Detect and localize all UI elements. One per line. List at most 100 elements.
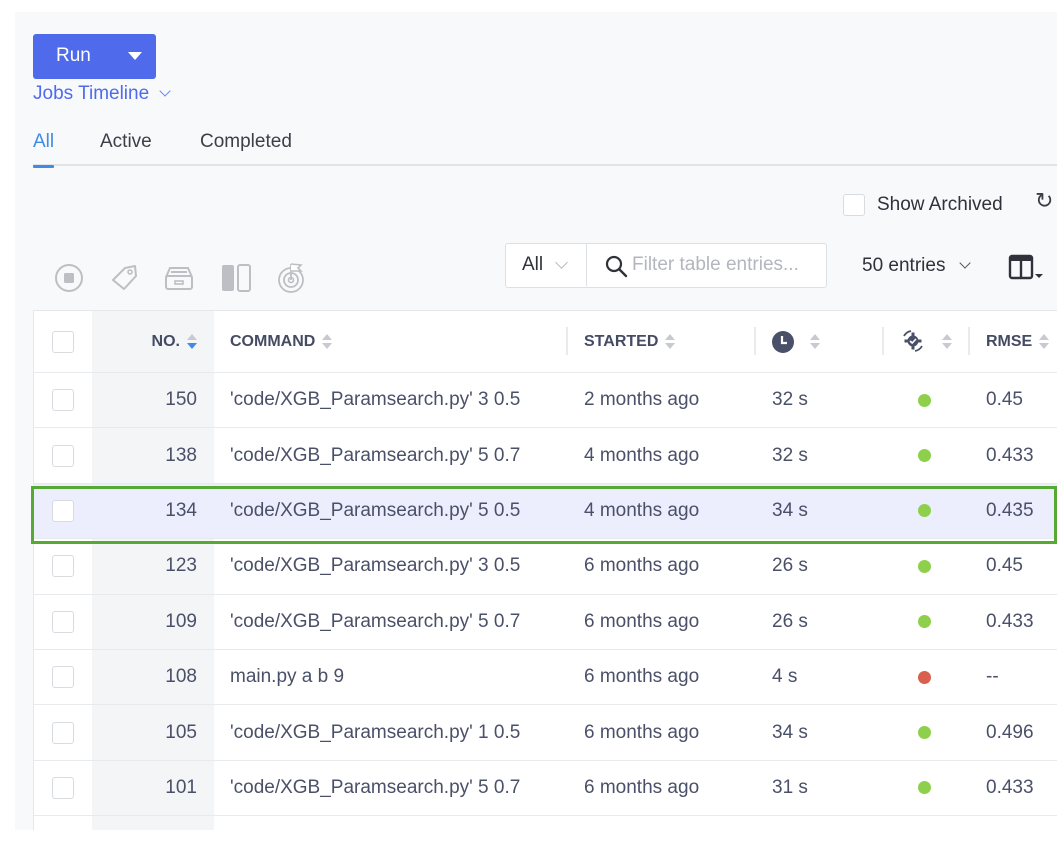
cell-duration: 32 s bbox=[772, 389, 808, 411]
run-button[interactable]: Run bbox=[33, 34, 156, 79]
column-header-command[interactable]: COMMAND bbox=[230, 311, 333, 372]
cell-command: 'code/XGB_Paramsearch.py' 5 0.7 bbox=[230, 610, 521, 632]
cell-no: 109 bbox=[165, 610, 197, 632]
cell-rmse: 0.45 bbox=[986, 555, 1023, 577]
column-header-no[interactable]: NO. bbox=[92, 311, 214, 372]
filter-scope-select[interactable]: All bbox=[506, 244, 587, 286]
cell-status bbox=[900, 484, 931, 538]
status-success-dot-icon bbox=[918, 449, 931, 463]
cell-duration: 26 s bbox=[772, 555, 808, 577]
table-header-row: NO. COMMAND STARTED RMSE bbox=[34, 311, 1057, 373]
cell-command: 'code/XGB_Paramsearch.py' 3 0.5 bbox=[230, 389, 521, 411]
cell-duration: 34 s bbox=[772, 499, 808, 521]
compare-icon[interactable] bbox=[220, 262, 252, 294]
column-header-status[interactable] bbox=[900, 311, 952, 372]
row-checkbox[interactable] bbox=[52, 776, 74, 799]
status-success-dot-icon bbox=[918, 781, 931, 795]
filter-input[interactable] bbox=[632, 250, 822, 280]
table-row[interactable]: 108 main.py a b 9 6 months ago 4 s -- bbox=[34, 649, 1057, 706]
status-success-dot-icon bbox=[918, 393, 931, 407]
columns-selector-icon[interactable] bbox=[1008, 254, 1048, 282]
cell-rmse: 0.433 bbox=[986, 610, 1034, 632]
select-all-checkbox[interactable] bbox=[52, 330, 74, 353]
cell-no: 108 bbox=[165, 666, 197, 688]
cell-status bbox=[900, 761, 931, 815]
row-checkbox[interactable] bbox=[52, 555, 74, 578]
row-checkbox[interactable] bbox=[52, 389, 74, 412]
row-checkbox[interactable] bbox=[52, 721, 74, 744]
table-row[interactable]: 105 'code/XGB_Paramsearch.py' 1 0.5 6 mo… bbox=[34, 705, 1057, 761]
cell-rmse: 0.435 bbox=[986, 499, 1034, 521]
table-body: 150 'code/XGB_Paramsearch.py' 3 0.5 2 mo… bbox=[34, 373, 1057, 817]
column-header-rmse[interactable]: RMSE bbox=[986, 311, 1050, 372]
chevron-down-icon bbox=[159, 85, 171, 97]
tag-icon[interactable] bbox=[109, 262, 141, 294]
column-divider[interactable] bbox=[566, 327, 568, 355]
cell-no: 134 bbox=[165, 499, 197, 521]
cell-rmse: 0.433 bbox=[986, 444, 1034, 466]
chevron-down-icon bbox=[555, 255, 568, 269]
column-header-duration[interactable] bbox=[772, 311, 820, 372]
jobs-panel: Run Jobs Timeline All Active Completed S… bbox=[15, 12, 1057, 830]
sort-icon[interactable] bbox=[187, 333, 197, 350]
clock-icon bbox=[772, 330, 794, 353]
view-selector[interactable]: Jobs Timeline bbox=[33, 83, 171, 105]
view-selector-label: Jobs Timeline bbox=[33, 83, 150, 104]
row-checkbox[interactable] bbox=[52, 499, 74, 522]
show-archived-label: Show Archived bbox=[877, 194, 1003, 215]
run-dropdown-caret-icon[interactable] bbox=[128, 52, 142, 60]
sort-icon[interactable] bbox=[942, 333, 952, 350]
cell-started: 2 months ago bbox=[584, 389, 700, 411]
stop-icon[interactable] bbox=[53, 262, 85, 294]
cell-started: 6 months ago bbox=[584, 776, 700, 798]
status-failed-dot-icon bbox=[918, 670, 931, 684]
table-row[interactable]: 123 'code/XGB_Paramsearch.py' 3 0.5 6 mo… bbox=[34, 539, 1057, 595]
column-header-started[interactable]: STARTED bbox=[584, 311, 676, 372]
sort-icon[interactable] bbox=[810, 333, 820, 350]
deploy-icon[interactable] bbox=[277, 262, 309, 294]
show-archived-toggle[interactable]: Show Archived bbox=[843, 194, 1003, 216]
archive-icon[interactable] bbox=[163, 262, 195, 294]
cell-no: 123 bbox=[165, 555, 197, 577]
entries-per-page-select[interactable]: 50 entries bbox=[862, 255, 972, 277]
sort-icon[interactable] bbox=[322, 333, 333, 350]
cell-started: 6 months ago bbox=[584, 666, 700, 688]
cell-status bbox=[900, 539, 931, 593]
tab-all[interactable]: All bbox=[33, 131, 55, 168]
cell-started: 6 months ago bbox=[584, 721, 700, 743]
tab-active[interactable]: Active bbox=[100, 131, 152, 166]
entries-label: 50 entries bbox=[862, 255, 946, 276]
status-success-dot-icon bbox=[918, 615, 931, 629]
sort-icon[interactable] bbox=[1039, 333, 1050, 350]
row-checkbox[interactable] bbox=[52, 610, 74, 633]
cell-status bbox=[900, 650, 931, 704]
table-row[interactable]: 101 'code/XGB_Paramsearch.py' 5 0.7 6 mo… bbox=[34, 760, 1057, 817]
cell-started: 6 months ago bbox=[584, 610, 700, 632]
sort-icon[interactable] bbox=[665, 333, 676, 350]
cell-rmse: 0.433 bbox=[986, 776, 1034, 798]
cell-command: main.py a b 9 bbox=[230, 666, 345, 688]
cell-status bbox=[900, 428, 931, 482]
cell-command: 'code/XGB_Paramsearch.py' 5 0.7 bbox=[230, 776, 521, 798]
show-archived-checkbox[interactable] bbox=[843, 194, 865, 216]
jobs-table: NO. COMMAND STARTED RMSE 150 'code/XGB_P… bbox=[33, 310, 1057, 830]
table-row[interactable]: 138 'code/XGB_Paramsearch.py' 5 0.7 4 mo… bbox=[34, 428, 1057, 484]
cell-started: 4 months ago bbox=[584, 444, 700, 466]
row-checkbox[interactable] bbox=[52, 444, 74, 467]
tab-completed[interactable]: Completed bbox=[200, 131, 292, 166]
status-success-dot-icon bbox=[918, 726, 931, 740]
cell-duration: 32 s bbox=[772, 444, 808, 466]
filter-scope-value: All bbox=[522, 254, 544, 275]
refresh-icon[interactable]: ↻ bbox=[1035, 188, 1053, 214]
cell-rmse: 0.45 bbox=[986, 389, 1023, 411]
table-row[interactable]: 134 'code/XGB_Paramsearch.py' 5 0.5 4 mo… bbox=[34, 483, 1057, 540]
column-divider[interactable] bbox=[754, 327, 756, 355]
table-row[interactable]: 150 'code/XGB_Paramsearch.py' 3 0.5 2 mo… bbox=[34, 373, 1057, 429]
table-row[interactable]: 109 'code/XGB_Paramsearch.py' 5 0.7 6 mo… bbox=[34, 594, 1057, 650]
column-divider[interactable] bbox=[882, 327, 884, 355]
column-divider[interactable] bbox=[968, 327, 970, 355]
cell-status bbox=[900, 373, 931, 427]
cell-status bbox=[900, 595, 931, 649]
row-checkbox[interactable] bbox=[52, 666, 74, 689]
cell-no: 138 bbox=[165, 444, 197, 466]
